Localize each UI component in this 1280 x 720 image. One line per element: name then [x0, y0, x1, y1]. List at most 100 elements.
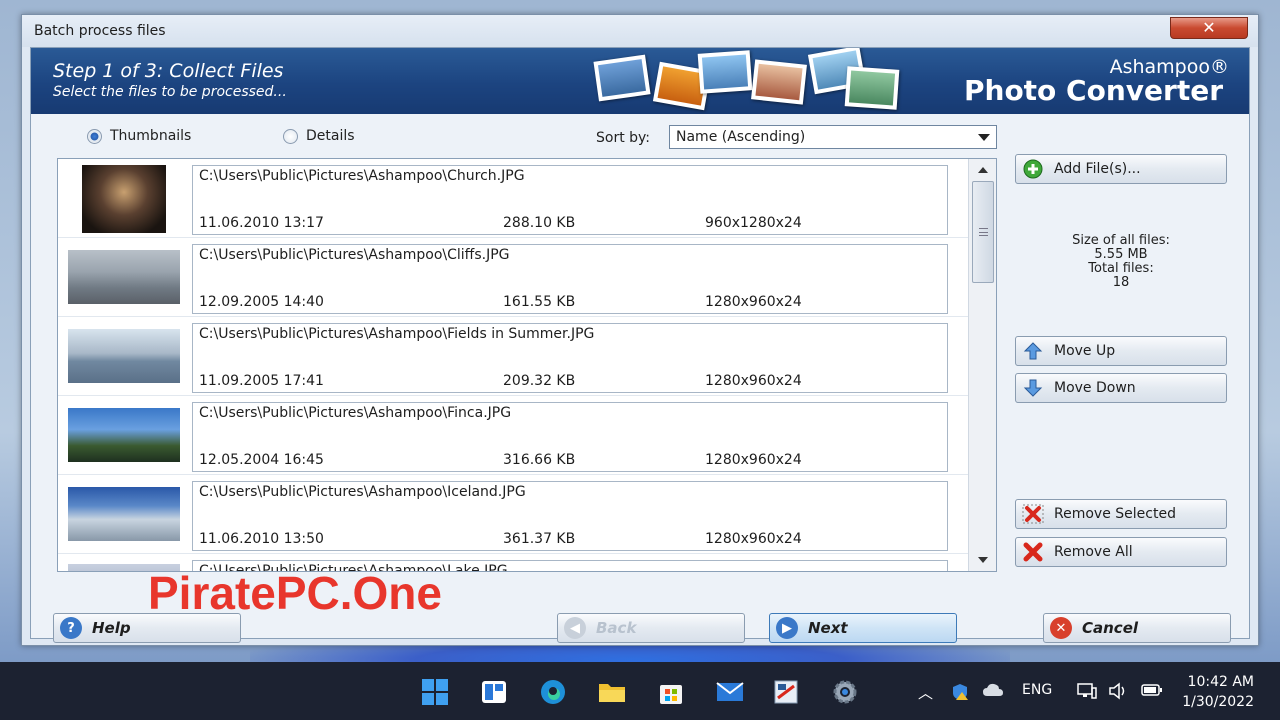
remove-selected-icon — [1022, 503, 1044, 525]
sort-dropdown[interactable]: Name (Ascending) — [669, 125, 997, 149]
move-down-label: Move Down — [1054, 380, 1136, 396]
language-indicator[interactable]: ENG — [1022, 682, 1052, 698]
remove-selected-label: Remove Selected — [1054, 506, 1176, 522]
scrollbar-thumb[interactable] — [972, 181, 994, 283]
help-icon: ? — [60, 617, 82, 639]
batch-process-dialog: Batch process files ✕ Step 1 of 3: Colle… — [21, 14, 1259, 646]
start-icon[interactable] — [419, 676, 451, 708]
thumbnail-image — [68, 250, 180, 304]
collage-photo-icon — [593, 54, 651, 102]
file-path: C:\Users\Public\Pictures\Ashampoo\Cliffs… — [199, 247, 510, 263]
cancel-icon: ✕ — [1050, 617, 1072, 639]
file-date: 11.06.2010 13:50 — [199, 531, 324, 547]
thumbnail-image — [68, 487, 180, 541]
thumbnail-image — [82, 165, 166, 233]
taskbar: ︿ ENG 10:42 AM 1/30/2022 — [0, 662, 1280, 720]
photo-converter-app-icon[interactable] — [770, 676, 802, 708]
total-value: 18 — [1112, 275, 1130, 290]
file-info-box: C:\Users\Public\Pictures\Ashampoo\Icelan… — [192, 481, 948, 551]
remove-all-button[interactable]: Remove All — [1015, 537, 1227, 567]
title-bar: Batch process files ✕ — [22, 15, 1258, 47]
arrow-down-icon — [1022, 377, 1044, 399]
file-list[interactable]: C:\Users\Public\Pictures\Ashampoo\Church… — [57, 158, 997, 572]
edge-browser-icon[interactable] — [537, 676, 569, 708]
file-path: C:\Users\Public\Pictures\Ashampoo\Church… — [199, 168, 525, 184]
list-item[interactable]: C:\Users\Public\Pictures\Ashampoo\Finca.… — [58, 396, 968, 475]
step-title: Step 1 of 3: Collect Files — [53, 60, 284, 82]
radio-selected-icon — [87, 128, 102, 144]
file-explorer-icon[interactable] — [596, 676, 628, 708]
settings-gear-icon[interactable] — [829, 676, 861, 708]
clock-time[interactable]: 10:42 AM — [1188, 674, 1254, 690]
sort-label: Sort by: — [596, 130, 651, 146]
vertical-scrollbar[interactable] — [968, 159, 996, 571]
add-files-button[interactable]: Add File(s)... — [1015, 154, 1227, 184]
file-path: C:\Users\Public\Pictures\Ashampoo\Icelan… — [199, 484, 526, 500]
file-path: C:\Users\Public\Pictures\Ashampoo\Finca.… — [199, 405, 512, 421]
arrow-left-icon: ◀ — [564, 617, 586, 639]
window-title: Batch process files — [34, 23, 166, 39]
radio-details-label: Details — [306, 128, 355, 144]
battery-icon[interactable] — [1141, 682, 1163, 702]
file-info-box: C:\Users\Public\Pictures\Ashampoo\Church… — [192, 165, 948, 235]
move-down-button[interactable]: Move Down — [1015, 373, 1227, 403]
file-size: 161.55 KB — [503, 294, 576, 310]
file-date: 12.09.2005 14:40 — [199, 294, 324, 310]
add-icon — [1022, 158, 1044, 180]
total-label: Total files: — [1088, 261, 1154, 276]
file-date: 11.06.2010 13:17 — [199, 215, 324, 231]
file-dimensions: 1280x960x24 — [705, 531, 802, 547]
file-info-box: C:\Users\Public\Pictures\Ashampoo\Fields… — [192, 323, 948, 393]
move-up-label: Move Up — [1054, 343, 1116, 359]
file-size: 361.37 KB — [503, 531, 576, 547]
scroll-up-icon[interactable] — [978, 167, 988, 173]
file-size: 209.32 KB — [503, 373, 576, 389]
list-item[interactable]: C:\Users\Public\Pictures\Ashampoo\Fields… — [58, 317, 968, 396]
watermark-text: PiratePC.One — [148, 567, 442, 619]
file-info-box: C:\Users\Public\Pictures\Ashampoo\Cliffs… — [192, 244, 948, 314]
file-dimensions: 960x1280x24 — [705, 215, 802, 231]
move-up-button[interactable]: Move Up — [1015, 336, 1227, 366]
size-value: 5.55 MB — [1094, 247, 1148, 262]
file-date: 12.05.2004 16:45 — [199, 452, 324, 468]
radio-unselected-icon — [283, 128, 298, 144]
network-icon[interactable] — [1077, 682, 1097, 704]
thumbnail-image — [68, 329, 180, 383]
add-files-label: Add File(s)... — [1054, 161, 1141, 177]
list-item[interactable]: C:\Users\Public\Pictures\Ashampoo\Church… — [58, 159, 968, 238]
cloud-icon[interactable] — [982, 682, 1004, 702]
size-label: Size of all files: — [1072, 233, 1170, 248]
collage-photo-icon — [697, 50, 753, 94]
mail-icon[interactable] — [714, 676, 746, 708]
next-button[interactable]: ▶ Next — [769, 613, 957, 643]
arrow-up-icon — [1022, 340, 1044, 362]
remove-selected-button[interactable]: Remove Selected — [1015, 499, 1227, 529]
back-button[interactable]: ◀ Back — [557, 613, 745, 643]
list-item[interactable]: C:\Users\Public\Pictures\Ashampoo\Icelan… — [58, 475, 968, 554]
cancel-button[interactable]: ✕ Cancel — [1043, 613, 1231, 643]
widgets-icon[interactable] — [478, 676, 510, 708]
file-info-box: C:\Users\Public\Pictures\Ashampoo\Finca.… — [192, 402, 948, 472]
back-label: Back — [596, 619, 637, 637]
chevron-down-icon — [978, 134, 990, 141]
list-item[interactable]: C:\Users\Public\Pictures\Ashampoo\Cliffs… — [58, 238, 968, 317]
remove-all-label: Remove All — [1054, 544, 1133, 560]
file-dimensions: 1280x960x24 — [705, 452, 802, 468]
file-stats: Size of all files: 5.55 MB Total files: … — [1015, 234, 1227, 290]
volume-icon[interactable] — [1108, 682, 1128, 704]
collage-photo-icon — [844, 66, 900, 110]
scroll-down-icon[interactable] — [978, 557, 988, 563]
chevron-up-icon[interactable]: ︿ — [918, 682, 933, 703]
file-path: C:\Users\Public\Pictures\Ashampoo\Fields… — [199, 326, 595, 342]
file-size: 316.66 KB — [503, 452, 576, 468]
radio-thumbnails-label: Thumbnails — [110, 128, 192, 144]
file-date: 11.09.2005 17:41 — [199, 373, 324, 389]
close-button[interactable]: ✕ — [1170, 17, 1248, 39]
arrow-right-icon: ▶ — [776, 617, 798, 639]
security-shield-icon[interactable] — [950, 682, 970, 706]
clock-date[interactable]: 1/30/2022 — [1182, 694, 1254, 710]
radio-thumbnails[interactable]: Thumbnails — [87, 128, 191, 144]
store-icon[interactable] — [655, 676, 687, 708]
radio-details[interactable]: Details — [283, 128, 355, 144]
next-label: Next — [808, 619, 848, 637]
